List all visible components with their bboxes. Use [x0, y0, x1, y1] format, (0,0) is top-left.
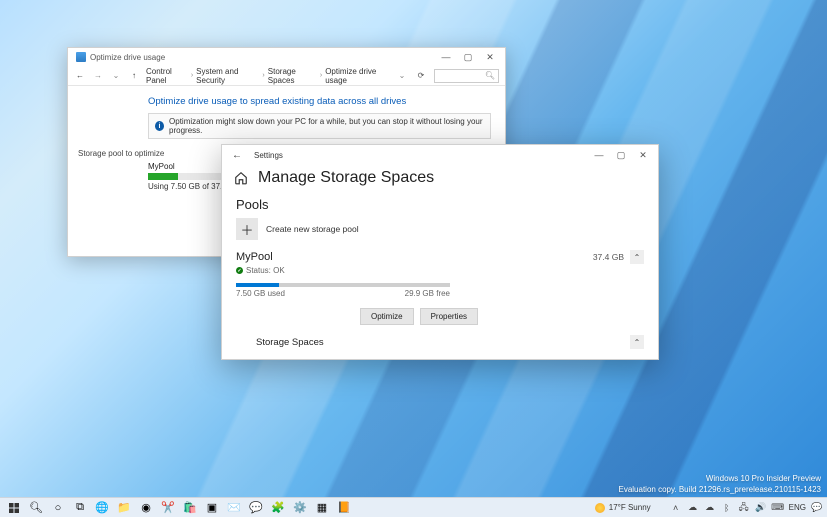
taskbar-app-icon[interactable]: 🧩	[268, 499, 288, 517]
cp-forward-button[interactable]: →	[92, 70, 104, 82]
cp-app-icon	[76, 52, 86, 62]
cp-up-button[interactable]: ↑	[128, 70, 140, 82]
cp-refresh-button[interactable]: ⟳	[414, 69, 428, 83]
cp-close-button[interactable]: ✕	[479, 50, 501, 64]
cp-search-input[interactable]: 🔍︎	[434, 69, 499, 83]
file-explorer-icon[interactable]: 📁	[114, 499, 134, 517]
bluetooth-icon[interactable]: ᛒ	[721, 502, 733, 514]
cp-info-text: Optimization might slow down your PC for…	[169, 117, 484, 135]
storage-spaces-collapse-button[interactable]: ⌃	[630, 335, 644, 349]
pool-used-text: 7.50 GB used	[236, 289, 285, 298]
cp-window-title: Optimize drive usage	[90, 53, 165, 62]
settings-window: ← Settings — ▢ ✕ Manage Storage Spaces P…	[221, 144, 659, 360]
create-pool-label: Create new storage pool	[266, 224, 359, 234]
settings-back-button[interactable]: ←	[230, 148, 244, 162]
onedrive-icon[interactable]: ☁	[687, 502, 699, 514]
task-view-icon[interactable]: ⧉	[70, 499, 90, 517]
pool-name: MyPool	[236, 251, 593, 263]
pools-section-label: Pools	[236, 197, 644, 212]
crumb-separator: ›	[262, 72, 264, 79]
properties-button[interactable]: Properties	[420, 308, 478, 325]
edge-icon[interactable]: 🌐	[92, 499, 112, 517]
settings-close-button[interactable]: ✕	[632, 147, 654, 163]
taskbar-app-icon[interactable]: ▦	[312, 499, 332, 517]
cp-minimize-button[interactable]: —	[435, 50, 457, 64]
settings-minimize-button[interactable]: —	[588, 147, 610, 163]
create-pool-row[interactable]: ＋ Create new storage pool	[236, 218, 644, 240]
breadcrumb-optimize-drive-usage[interactable]: Optimize drive usage	[325, 67, 390, 85]
input-language[interactable]: ENG	[789, 503, 806, 512]
action-center-icon[interactable]: 💬	[811, 502, 823, 514]
pool-usage-bar	[236, 283, 450, 287]
taskbar-app-icon[interactable]: 📙	[334, 499, 354, 517]
pool-status-text: Status: OK	[246, 266, 285, 275]
crumb-separator: ›	[320, 72, 322, 79]
tray-overflow-icon[interactable]: ˄	[670, 502, 682, 514]
pool-collapse-button[interactable]: ⌃	[630, 250, 644, 264]
start-button[interactable]	[4, 499, 24, 517]
keyboard-icon[interactable]: ⌨	[772, 502, 784, 514]
cp-recent-dropdown[interactable]: ⌄	[110, 70, 122, 82]
pool-free-text: 29.9 GB free	[405, 289, 450, 298]
store-icon[interactable]: 🛍️	[180, 499, 200, 517]
pool-block-mypool: MyPool 37.4 GB ⌃ ✓ Status: OK 7.50 GB us…	[236, 250, 644, 349]
pool-usage-bar-fill	[236, 283, 279, 287]
pool-size: 37.4 GB	[593, 252, 624, 262]
breadcrumb-storage-spaces[interactable]: Storage Spaces	[268, 67, 317, 85]
onedrive-icon[interactable]: ☁	[704, 502, 716, 514]
watermark-line2: Evaluation copy. Build 21296.rs_prerelea…	[618, 485, 821, 495]
cp-info-banner: i Optimization might slow down your PC f…	[148, 113, 491, 139]
crumb-separator: ›	[191, 72, 193, 79]
info-icon: i	[155, 121, 164, 131]
settings-taskbar-icon[interactable]: ⚙️	[290, 499, 310, 517]
status-ok-icon: ✓	[236, 267, 243, 274]
watermark-line1: Windows 10 Pro Insider Preview	[618, 474, 821, 484]
mail-icon[interactable]: ✉️	[224, 499, 244, 517]
taskbar: 🔍︎ ○ ⧉ 🌐 📁 ◉ ✂️ 🛍️ ▣ ✉️ 💬 🧩 ⚙️ ▦ 📙 17°F …	[0, 497, 827, 517]
settings-maximize-button[interactable]: ▢	[610, 147, 632, 163]
weather-widget[interactable]: 17°F Sunny	[595, 503, 651, 513]
cortana-icon[interactable]: ○	[48, 499, 68, 517]
plus-icon[interactable]: ＋	[236, 218, 258, 240]
optimize-button[interactable]: Optimize	[360, 308, 414, 325]
storage-spaces-section-label: Storage Spaces	[256, 337, 630, 348]
cp-crumb-dropdown[interactable]: ⌄	[396, 70, 408, 82]
insider-watermark: Windows 10 Pro Insider Preview Evaluatio…	[618, 474, 821, 495]
cp-usage-bar-fill	[148, 173, 178, 180]
cp-page-heading: Optimize drive usage to spread existing …	[148, 96, 491, 107]
search-icon[interactable]: 🔍︎	[26, 499, 46, 517]
terminal-icon[interactable]: ▣	[202, 499, 222, 517]
chrome-icon[interactable]: ◉	[136, 499, 156, 517]
network-icon[interactable]: 🖧	[738, 502, 750, 514]
cp-back-button[interactable]: ←	[74, 70, 86, 82]
cp-navbar: ← → ⌄ ↑ Control Panel › System and Secur…	[68, 66, 505, 86]
cp-breadcrumb-bar[interactable]: Control Panel › System and Security › St…	[146, 67, 390, 85]
settings-titlebar[interactable]: ← Settings — ▢ ✕	[222, 145, 658, 165]
breadcrumb-system-security[interactable]: System and Security	[196, 67, 259, 85]
snipping-tool-icon[interactable]: ✂️	[158, 499, 178, 517]
cp-maximize-button[interactable]: ▢	[457, 50, 479, 64]
volume-icon[interactable]: 🔊	[755, 502, 767, 514]
cp-titlebar[interactable]: Optimize drive usage — ▢ ✕	[68, 48, 505, 66]
breadcrumb-control-panel[interactable]: Control Panel	[146, 67, 188, 85]
feedback-hub-icon[interactable]: 💬	[246, 499, 266, 517]
weather-text: 17°F Sunny	[609, 503, 651, 512]
settings-window-title: Settings	[254, 151, 588, 160]
settings-page-heading: Manage Storage Spaces	[258, 169, 434, 187]
sun-icon	[595, 503, 605, 513]
home-icon[interactable]	[234, 171, 248, 185]
